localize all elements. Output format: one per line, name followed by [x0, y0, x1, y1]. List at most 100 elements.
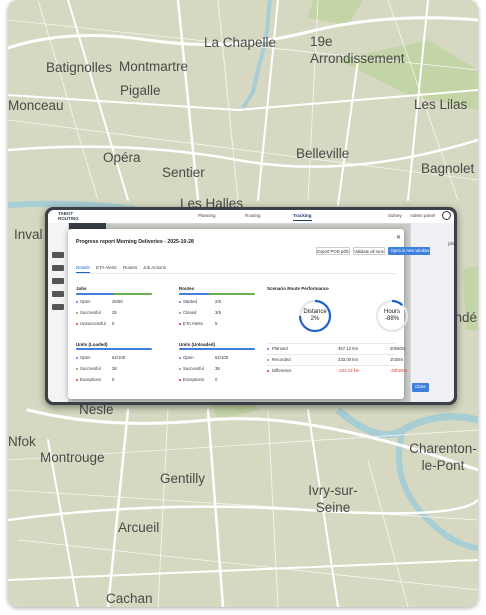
units-loaded-row-label: Successful	[80, 366, 101, 371]
units-loaded-progress-bar	[76, 348, 152, 350]
jobs-progress-bar	[76, 293, 152, 295]
tab-job-actions[interactable]: Job Actions	[143, 265, 166, 270]
nav-planning[interactable]: Planning	[198, 213, 216, 218]
admin-panel-link[interactable]: Admin panel	[410, 213, 435, 218]
status-dot	[76, 368, 78, 370]
park-area	[308, 0, 363, 25]
open-new-window-button[interactable]: Open in new window	[390, 247, 430, 255]
place-label: Bagnolet	[421, 161, 475, 176]
tab-divider	[76, 273, 396, 274]
jobs-row-value: 0	[112, 321, 115, 326]
distance-gauge-value: 2%	[310, 316, 320, 322]
units-loaded-row-label: Open	[80, 355, 91, 360]
units-unloaded-progress-bar	[179, 348, 255, 350]
routes-row-label: Closed	[183, 310, 197, 315]
performance-divider	[267, 343, 395, 344]
units-loaded-row-value: 38	[112, 366, 117, 371]
sidebar-item[interactable]	[52, 252, 64, 258]
place-label: Ivry-sur-Seine	[308, 483, 358, 515]
left-sidebar	[48, 223, 69, 402]
performance-divider	[267, 365, 395, 366]
place-label: Pigalle	[120, 83, 161, 98]
place-label: Batignolles	[46, 60, 113, 75]
user-avatar-icon[interactable]	[442, 211, 451, 220]
nav-routing[interactable]: Routing	[245, 213, 261, 218]
place-label: 19e Arrondissement	[310, 34, 405, 66]
modal-title: Progress report Morning Deliveries - 202…	[76, 239, 194, 245]
routes-row-label: ETA Alerts	[183, 321, 203, 326]
performance-label-cell: Planned	[272, 346, 288, 351]
units-unloaded-row-value: 62/100	[215, 355, 229, 360]
place-label: Les Lilas	[414, 97, 468, 112]
tab-details[interactable]: Details	[76, 265, 90, 273]
jobs-row-value: 25	[112, 310, 117, 315]
routes-section-title: Routes	[179, 286, 195, 291]
jobs-row-label: Successful	[80, 310, 101, 315]
validate-runs-button[interactable]: Validate all runs	[353, 247, 385, 255]
routes-row-value: 2/5	[215, 299, 221, 304]
performance-hours-cell: -20h20m	[390, 368, 407, 373]
right-panel-text: jobs	[448, 241, 454, 246]
place-label: La Chapelle	[204, 35, 277, 50]
performance-section-title: Scenario Route Performance	[267, 286, 329, 291]
performance-distance-cell: 457.12 km	[338, 346, 359, 351]
sidebar-item[interactable]	[52, 278, 64, 284]
units-loaded-section-title: Units (Loaded)	[76, 342, 108, 347]
status-dot	[179, 323, 181, 325]
tab-eta-alerts[interactable]: ETA Alerts	[96, 265, 117, 270]
sidebar-item[interactable]	[52, 265, 64, 271]
routes-row-value: 5	[215, 321, 218, 326]
status-dot	[179, 357, 181, 359]
status-dot	[76, 357, 78, 359]
routes-row-value: 3/5	[215, 310, 221, 315]
place-label: Inval	[14, 227, 43, 242]
status-dot	[179, 368, 181, 370]
jobs-row-label: Unsuccessful	[80, 321, 106, 326]
export-pod-button[interactable]: Export POD pdfs	[316, 247, 350, 255]
jobs-section-title: Jobs	[76, 286, 87, 291]
status-dot	[76, 312, 78, 314]
sidebar-item[interactable]	[52, 304, 64, 310]
place-label: Arcueil	[118, 520, 160, 535]
sidebar-item[interactable]	[52, 291, 64, 297]
place-label: Charenton-le-Pont	[409, 441, 477, 473]
canal	[241, 0, 272, 110]
user-name[interactable]: Sidney	[388, 213, 402, 218]
status-dot	[76, 379, 78, 381]
tab-routes[interactable]: Routes	[123, 265, 137, 270]
logo-text: ROUTING	[58, 215, 79, 221]
units-loaded-row-label: Exceptions	[80, 377, 102, 382]
close-icon[interactable]: ✕	[396, 235, 401, 241]
distance-gauge-text: Distance 2%	[297, 309, 333, 323]
top-navigation-bar: TABOT ROUTING Planning Routing Tracking …	[48, 210, 454, 224]
jobs-row-label: Open	[80, 299, 91, 304]
screenshot-frame: La Chapelle 19e Arrondissement Batignoll…	[8, 0, 478, 607]
hours-gauge-text: Hours -88%	[374, 309, 410, 323]
nav-tracking[interactable]: Tracking	[293, 213, 312, 221]
place-label: Nesle	[79, 402, 114, 417]
place-label: Gentilly	[160, 471, 206, 486]
performance-divider	[267, 354, 395, 355]
place-label: Montmartre	[119, 59, 189, 74]
units-unloaded-row-value: 0	[215, 377, 218, 382]
units-unloaded-row-value: 38	[215, 366, 220, 371]
status-dot	[76, 323, 78, 325]
routes-progress-bar	[179, 293, 255, 295]
units-unloaded-section-title: Units (Unloaded)	[179, 342, 215, 347]
status-dot	[179, 301, 181, 303]
close-button[interactable]: Close	[412, 383, 429, 392]
hours-gauge-label: Hours	[383, 309, 400, 315]
status-dot	[76, 301, 78, 303]
jobs-row-value: 25/50	[112, 299, 123, 304]
routes-row-label: Started	[183, 299, 197, 304]
distance-gauge-label: Distance	[303, 309, 327, 315]
progress-report-modal: Progress report Morning Deliveries - 202…	[68, 229, 409, 399]
performance-hours-cell: 20h50m	[390, 346, 406, 351]
performance-distance-cell: -224.13 km	[338, 368, 360, 373]
place-label: Opéra	[103, 150, 141, 165]
place-label: Nfok	[8, 434, 36, 449]
performance-hours-cell: 1h30m	[390, 357, 404, 362]
app-screen: TABOT ROUTING Planning Routing Tracking …	[48, 210, 454, 402]
app-logo[interactable]: TABOT ROUTING	[58, 211, 79, 221]
hours-gauge-value: -88%	[384, 316, 399, 322]
